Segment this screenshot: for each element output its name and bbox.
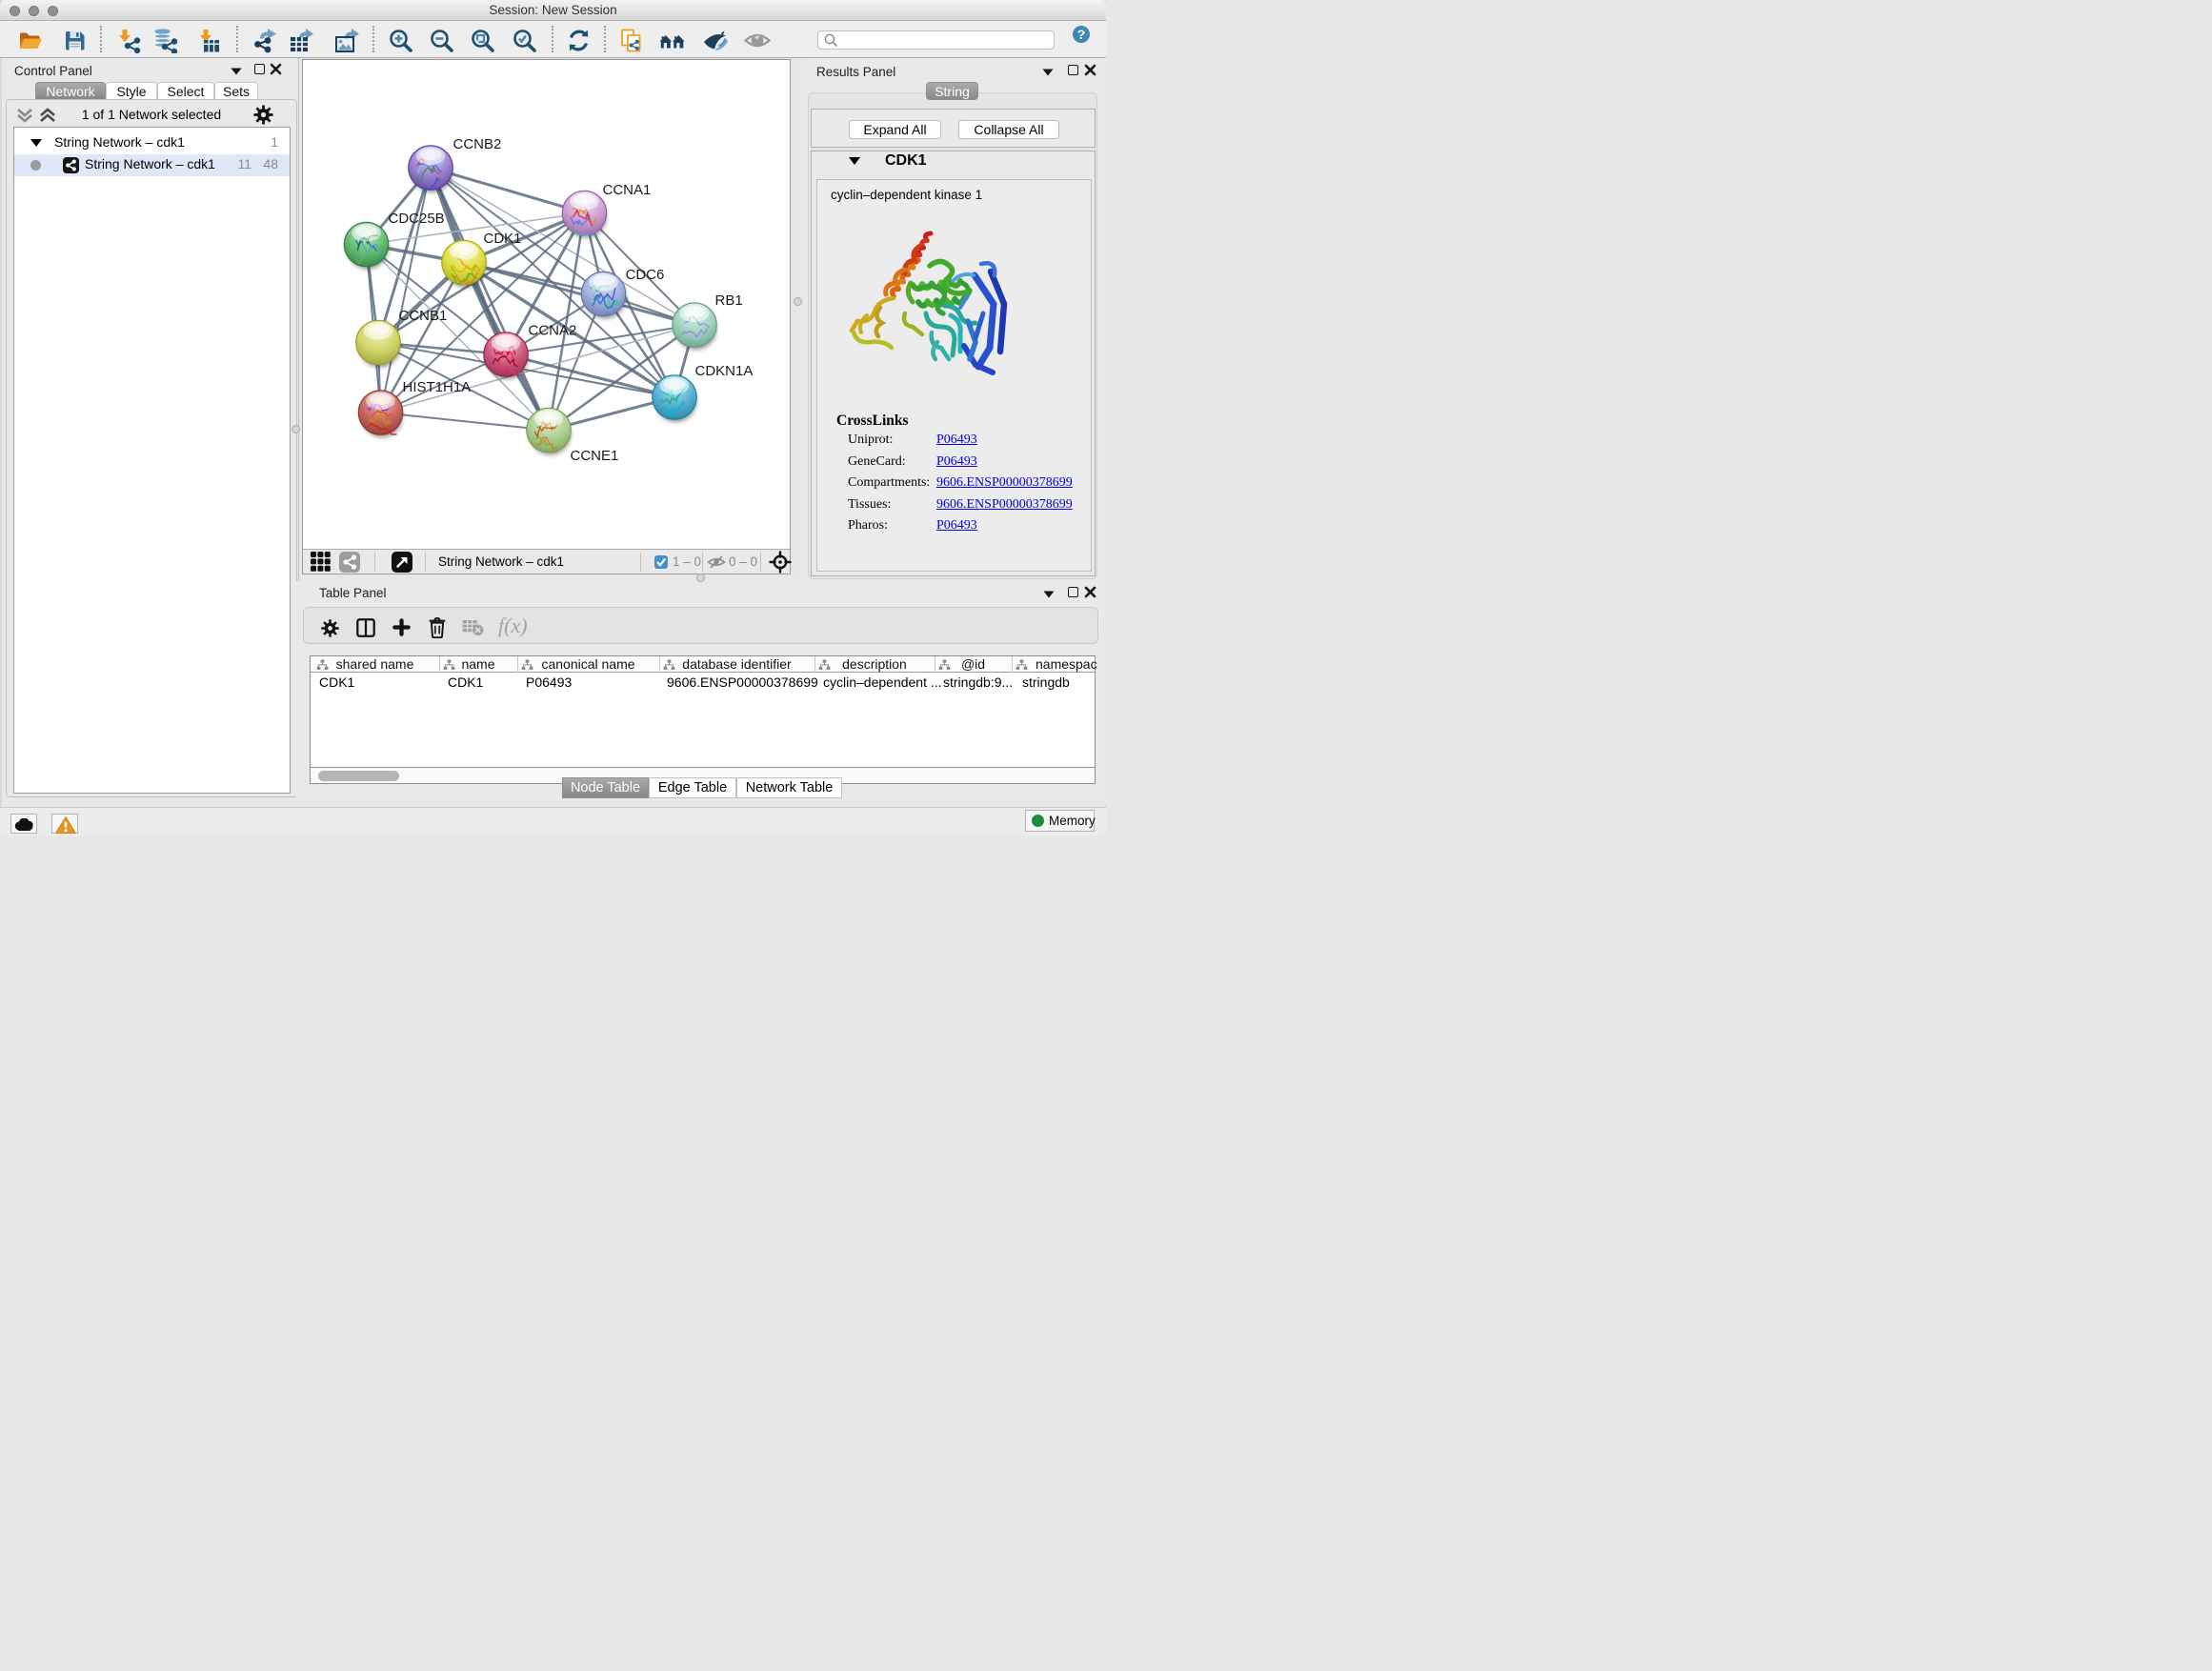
svg-text:CDK1: CDK1 [484, 231, 522, 247]
svg-text:CCNE1: CCNE1 [571, 448, 619, 464]
svg-text:CCNB2: CCNB2 [453, 136, 502, 152]
svg-text:HIST1H1A: HIST1H1A [403, 379, 472, 395]
svg-text:CDKN1A: CDKN1A [695, 363, 754, 379]
svg-text:CCNA1: CCNA1 [603, 182, 652, 198]
svg-text:CDC25B: CDC25B [389, 211, 445, 227]
svg-text:RB1: RB1 [715, 292, 743, 309]
svg-text:CCNB1: CCNB1 [399, 308, 448, 324]
svg-text:CDC6: CDC6 [626, 267, 665, 283]
svg-text:CCNA2: CCNA2 [529, 323, 577, 339]
